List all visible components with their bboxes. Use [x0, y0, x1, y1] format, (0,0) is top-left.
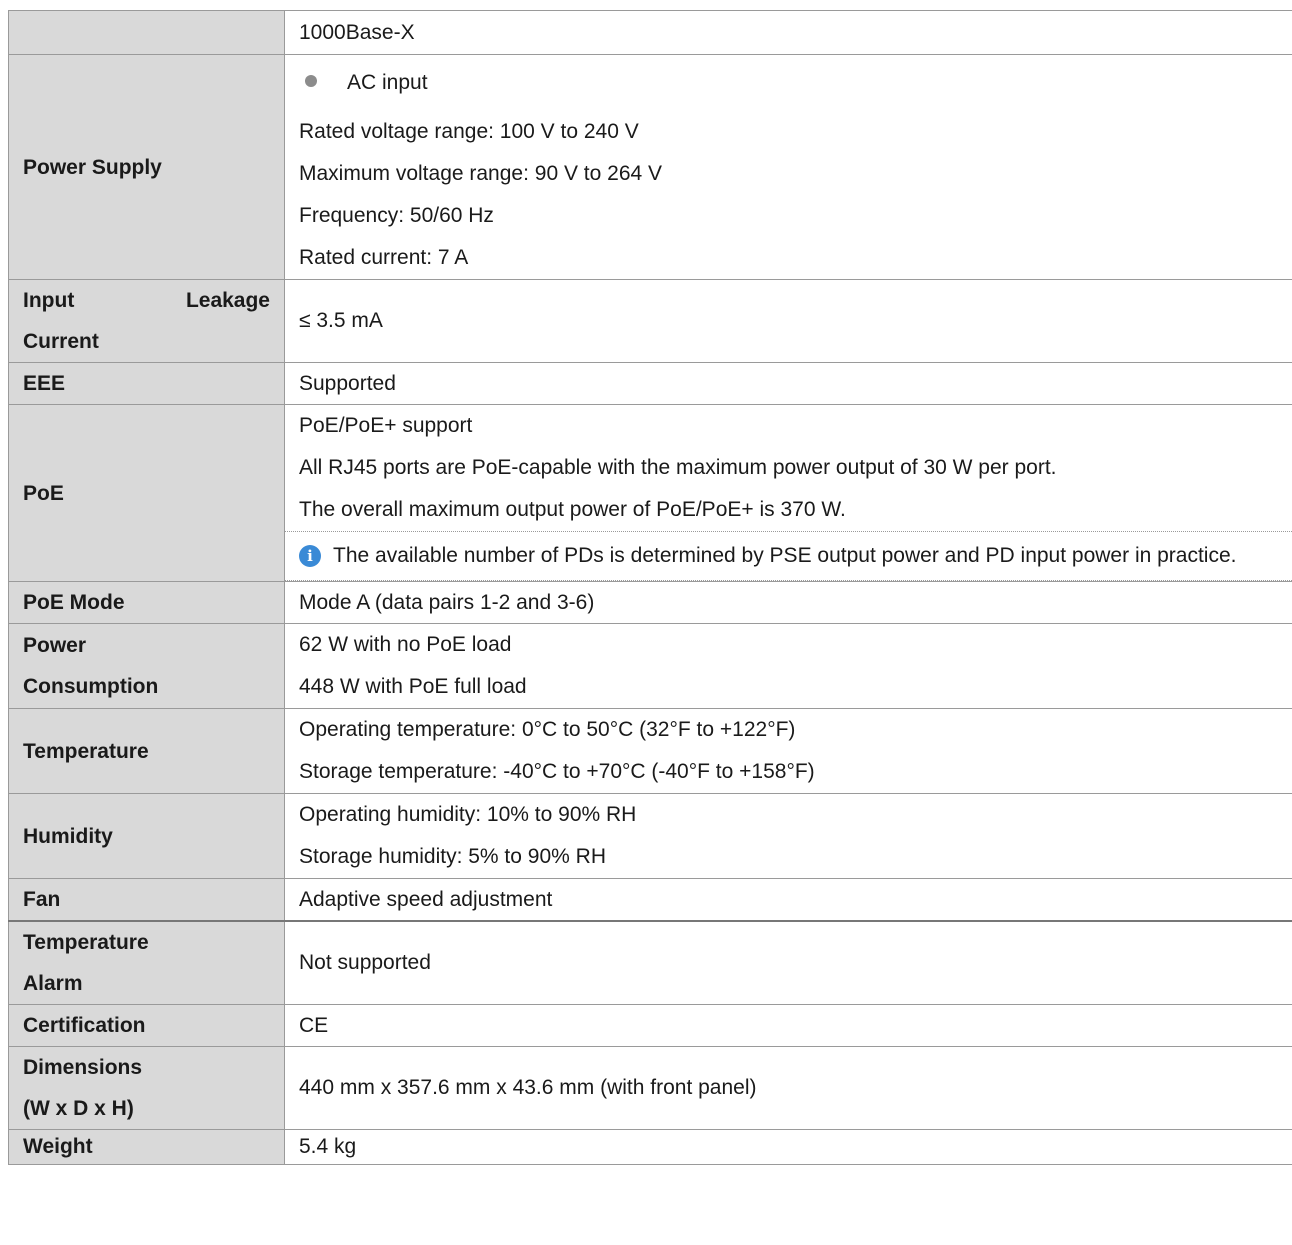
bullet-line: AC input [299, 55, 1278, 111]
info-icon: i [299, 545, 321, 567]
table-row: Dimensions (W x D x H) 440 mm x 357.6 mm… [8, 1046, 1292, 1130]
spec-table: 1000Base-X Power Supply AC input Rated v… [8, 10, 1292, 1165]
row-value: Operating humidity: 10% to 90% RH Storag… [284, 793, 1292, 879]
label-line: Current [23, 330, 99, 353]
value-line: 1000Base-X [299, 20, 415, 44]
value-line: Rated current: 7 A [299, 246, 469, 269]
label-line: Dimensions [23, 1056, 143, 1079]
label-line: Alarm [23, 972, 83, 995]
value-line: Not supported [299, 951, 431, 974]
info-note: i The available number of PDs is determi… [285, 531, 1292, 581]
value-line: 440 mm x 357.6 mm x 43.6 mm (with front … [299, 1076, 757, 1099]
table-row: EEE Supported [8, 362, 1292, 405]
label-line: Power [23, 634, 87, 657]
table-row: PoE PoE/PoE+ support All RJ45 ports are … [8, 404, 1292, 582]
row-value: Not supported [284, 920, 1292, 1005]
label-line: Consumption [23, 675, 159, 698]
row-label: PoE Mode [8, 581, 285, 624]
value-line: Operating temperature: 0°C to 50°C (32°F… [299, 718, 796, 741]
table-row: Power Supply AC input Rated voltage rang… [8, 54, 1292, 280]
value-line: Rated voltage range: 100 V to 240 V [299, 120, 639, 143]
label-line: Temperature [23, 931, 149, 954]
label-word: Input [23, 289, 75, 312]
row-label: Temperature Alarm [8, 920, 285, 1005]
value-line: CE [299, 1013, 329, 1037]
row-label: Weight [8, 1129, 285, 1165]
table-row: Humidity Operating humidity: 10% to 90% … [8, 793, 1292, 879]
value-line: 62 W with no PoE load [299, 633, 512, 656]
value-line: Maximum voltage range: 90 V to 264 V [299, 162, 663, 185]
row-value: AC input Rated voltage range: 100 V to 2… [284, 54, 1292, 280]
value-line: Mode A (data pairs 1-2 and 3-6) [299, 590, 595, 614]
table-row: Weight 5.4 kg [8, 1129, 1292, 1165]
row-label: Temperature [8, 708, 285, 794]
note-text: The available number of PDs is determine… [333, 544, 1237, 567]
table-row: Input Leakage Current ≤ 3.5 mA [8, 279, 1292, 363]
row-value: ≤ 3.5 mA [284, 279, 1292, 363]
row-value: Operating temperature: 0°C to 50°C (32°F… [284, 708, 1292, 794]
row-value: Adaptive speed adjustment [284, 878, 1292, 922]
row-label [8, 10, 285, 55]
row-label: EEE [8, 362, 285, 405]
value-line: Supported [299, 371, 396, 395]
value-line: The overall maximum output power of PoE/… [299, 498, 846, 521]
table-row: Temperature Operating temperature: 0°C t… [8, 708, 1292, 794]
row-label: Fan [8, 878, 285, 922]
row-label: PoE [8, 404, 285, 582]
row-value: PoE/PoE+ support All RJ45 ports are PoE-… [284, 404, 1292, 582]
value-line: Storage humidity: 5% to 90% RH [299, 845, 606, 868]
value-line: 5.4 kg [299, 1135, 357, 1158]
table-row: PoE Mode Mode A (data pairs 1-2 and 3-6) [8, 581, 1292, 624]
row-value: Mode A (data pairs 1-2 and 3-6) [284, 581, 1292, 624]
table-row: Power Consumption 62 W with no PoE load … [8, 623, 1292, 709]
row-value: 440 mm x 357.6 mm x 43.6 mm (with front … [284, 1046, 1292, 1130]
label-line: (W x D x H) [23, 1097, 134, 1120]
value-line: PoE/PoE+ support [299, 414, 473, 437]
value-line: ≤ 3.5 mA [299, 309, 383, 332]
row-value: CE [284, 1004, 1292, 1047]
value-line: Operating humidity: 10% to 90% RH [299, 803, 637, 826]
row-label: Power Consumption [8, 623, 285, 709]
value-line: Adaptive speed adjustment [299, 887, 553, 911]
row-label: Humidity [8, 793, 285, 879]
row-label: Power Supply [8, 54, 285, 280]
value-line: 448 W with PoE full load [299, 675, 527, 698]
row-value: 5.4 kg [284, 1129, 1292, 1165]
table-row: Certification CE [8, 1004, 1292, 1047]
value-line: Storage temperature: -40°C to +70°C (-40… [299, 760, 815, 783]
row-label: Input Leakage Current [8, 279, 285, 363]
label-word: Leakage [185, 289, 270, 312]
row-value: Supported [284, 362, 1292, 405]
value-line: All RJ45 ports are PoE-capable with the … [299, 456, 1057, 479]
table-row: Fan Adaptive speed adjustment [8, 878, 1292, 922]
bullet-text: AC input [347, 71, 428, 94]
label-line: Input Leakage [23, 280, 270, 321]
row-label: Dimensions (W x D x H) [8, 1046, 285, 1130]
row-value: 62 W with no PoE load 448 W with PoE ful… [284, 623, 1292, 709]
table-row: 1000Base-X [8, 10, 1292, 55]
table-row: Temperature Alarm Not supported [8, 920, 1292, 1005]
row-value: 1000Base-X [284, 10, 1292, 55]
value-line: Frequency: 50/60 Hz [299, 204, 494, 227]
bullet-dot-icon [305, 75, 317, 88]
row-label: Certification [8, 1004, 285, 1047]
